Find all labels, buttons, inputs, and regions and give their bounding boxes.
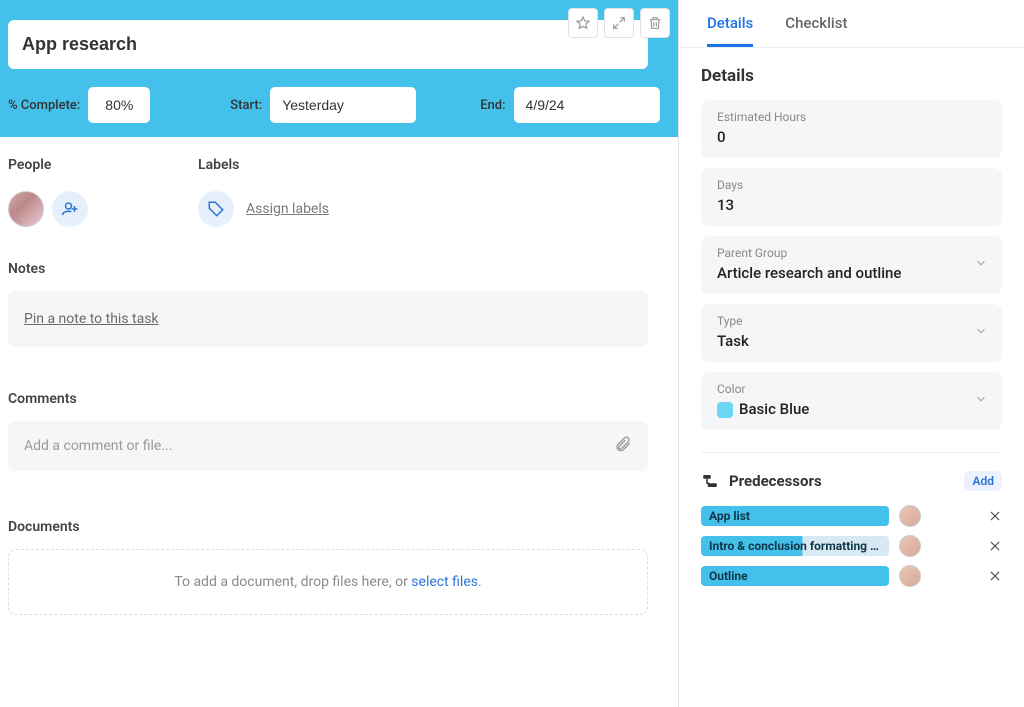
docs-hint-suffix: . xyxy=(478,574,482,590)
predecessor-row: Outline xyxy=(701,565,1002,587)
color-label: Color xyxy=(717,382,986,396)
field-estimated-hours[interactable]: Estimated Hours 0 xyxy=(701,100,1002,158)
color-value-row: Basic Blue xyxy=(717,400,986,418)
type-value: Task xyxy=(717,332,986,350)
avatar[interactable] xyxy=(8,191,44,227)
sidebar-divider xyxy=(701,452,1002,453)
predecessor-remove-button[interactable] xyxy=(988,539,1002,553)
color-swatch xyxy=(717,402,733,418)
delete-button[interactable] xyxy=(640,8,670,38)
type-chevron xyxy=(974,324,988,342)
notes-box[interactable]: Pin a note to this task xyxy=(8,291,648,347)
estimated-hours-value: 0 xyxy=(717,128,986,146)
parent-group-label: Parent Group xyxy=(717,246,986,260)
days-value: 13 xyxy=(717,196,986,214)
avatar[interactable] xyxy=(899,505,921,527)
add-person-button[interactable] xyxy=(52,191,88,227)
people-title: People xyxy=(8,157,88,173)
select-files-link[interactable]: select files xyxy=(411,574,478,590)
chevron-down-icon xyxy=(974,256,988,270)
predecessor-bar[interactable]: Outline xyxy=(701,566,889,586)
close-icon xyxy=(988,539,1002,553)
tag-circle xyxy=(198,191,234,227)
parent-chevron xyxy=(974,256,988,274)
assign-labels-link[interactable]: Assign labels xyxy=(246,201,329,217)
predecessor-bar[interactable]: Intro & conclusion formatting and... xyxy=(701,536,889,556)
predecessor-row: Intro & conclusion formatting and... xyxy=(701,535,1002,557)
people-section: People xyxy=(8,157,88,227)
chevron-down-icon xyxy=(974,324,988,338)
start-date-input[interactable] xyxy=(270,87,416,123)
start-label: Start: xyxy=(230,98,262,113)
predecessor-remove-button[interactable] xyxy=(988,509,1002,523)
avatar[interactable] xyxy=(899,565,921,587)
documents-title: Documents xyxy=(8,519,648,535)
predecessors-header: Predecessors Add xyxy=(701,471,1002,491)
comments-section: Comments Add a comment or file... xyxy=(8,391,648,471)
estimated-hours-label: Estimated Hours xyxy=(717,110,986,124)
add-person-icon xyxy=(61,200,79,218)
predecessors-title: Predecessors xyxy=(729,472,822,490)
avatar[interactable] xyxy=(899,535,921,557)
documents-section: Documents To add a document, drop files … xyxy=(8,519,648,615)
close-icon xyxy=(988,509,1002,523)
predecessor-remove-button[interactable] xyxy=(988,569,1002,583)
days-label: Days xyxy=(717,178,986,192)
comment-placeholder: Add a comment or file... xyxy=(24,438,172,454)
task-header: % Complete: Start: End: xyxy=(0,0,678,137)
field-color[interactable]: Color Basic Blue xyxy=(701,372,1002,430)
predecessor-bar[interactable]: App list xyxy=(701,506,889,526)
color-chevron xyxy=(974,392,988,410)
notes-title: Notes xyxy=(8,261,648,277)
star-button[interactable] xyxy=(568,8,598,38)
parent-group-value: Article research and outline xyxy=(717,264,986,282)
expand-button[interactable] xyxy=(604,8,634,38)
task-title-input[interactable] xyxy=(8,20,648,69)
labels-title: Labels xyxy=(198,157,329,173)
star-icon xyxy=(575,15,591,31)
header-actions xyxy=(568,8,670,38)
notes-section: Notes Pin a note to this task xyxy=(8,261,648,347)
type-label: Type xyxy=(717,314,986,328)
field-type[interactable]: Type Task xyxy=(701,304,1002,362)
end-label: End: xyxy=(480,98,505,113)
tag-icon xyxy=(207,200,225,218)
predecessors-add-button[interactable]: Add xyxy=(964,471,1002,491)
pin-note-link[interactable]: Pin a note to this task xyxy=(24,311,159,327)
main-column: % Complete: Start: End: xyxy=(0,0,678,707)
predecessors-list: App list Intro & conclusion formatting an… xyxy=(701,505,1002,587)
close-icon xyxy=(988,569,1002,583)
task-detail-view: % Complete: Start: End: xyxy=(0,0,1024,707)
attach-button[interactable] xyxy=(614,435,632,457)
documents-dropzone[interactable]: To add a document, drop files here, or s… xyxy=(8,549,648,615)
complete-input[interactable] xyxy=(88,87,150,123)
chevron-down-icon xyxy=(974,392,988,406)
details-panel: Details Estimated Hours 0 Days 13 Parent… xyxy=(679,48,1024,707)
predecessor-row: App list xyxy=(701,505,1002,527)
task-body: People Labels Assign labels xyxy=(0,137,678,615)
attach-icon xyxy=(614,435,632,453)
end-date-input[interactable] xyxy=(514,87,660,123)
docs-hint-prefix: To add a document, drop files here, or xyxy=(174,574,411,590)
comments-title: Comments xyxy=(8,391,648,407)
field-parent-group[interactable]: Parent Group Article research and outlin… xyxy=(701,236,1002,294)
details-sidebar: Details Checklist Details Estimated Hour… xyxy=(678,0,1024,707)
color-value: Basic Blue xyxy=(739,400,809,418)
expand-icon xyxy=(611,15,627,31)
comment-input-box[interactable]: Add a comment or file... xyxy=(8,421,648,471)
trash-icon xyxy=(647,15,663,31)
complete-label: % Complete: xyxy=(8,98,80,113)
labels-section: Labels Assign labels xyxy=(198,157,329,227)
predecessor-icon xyxy=(701,472,719,490)
field-days[interactable]: Days 13 xyxy=(701,168,1002,226)
